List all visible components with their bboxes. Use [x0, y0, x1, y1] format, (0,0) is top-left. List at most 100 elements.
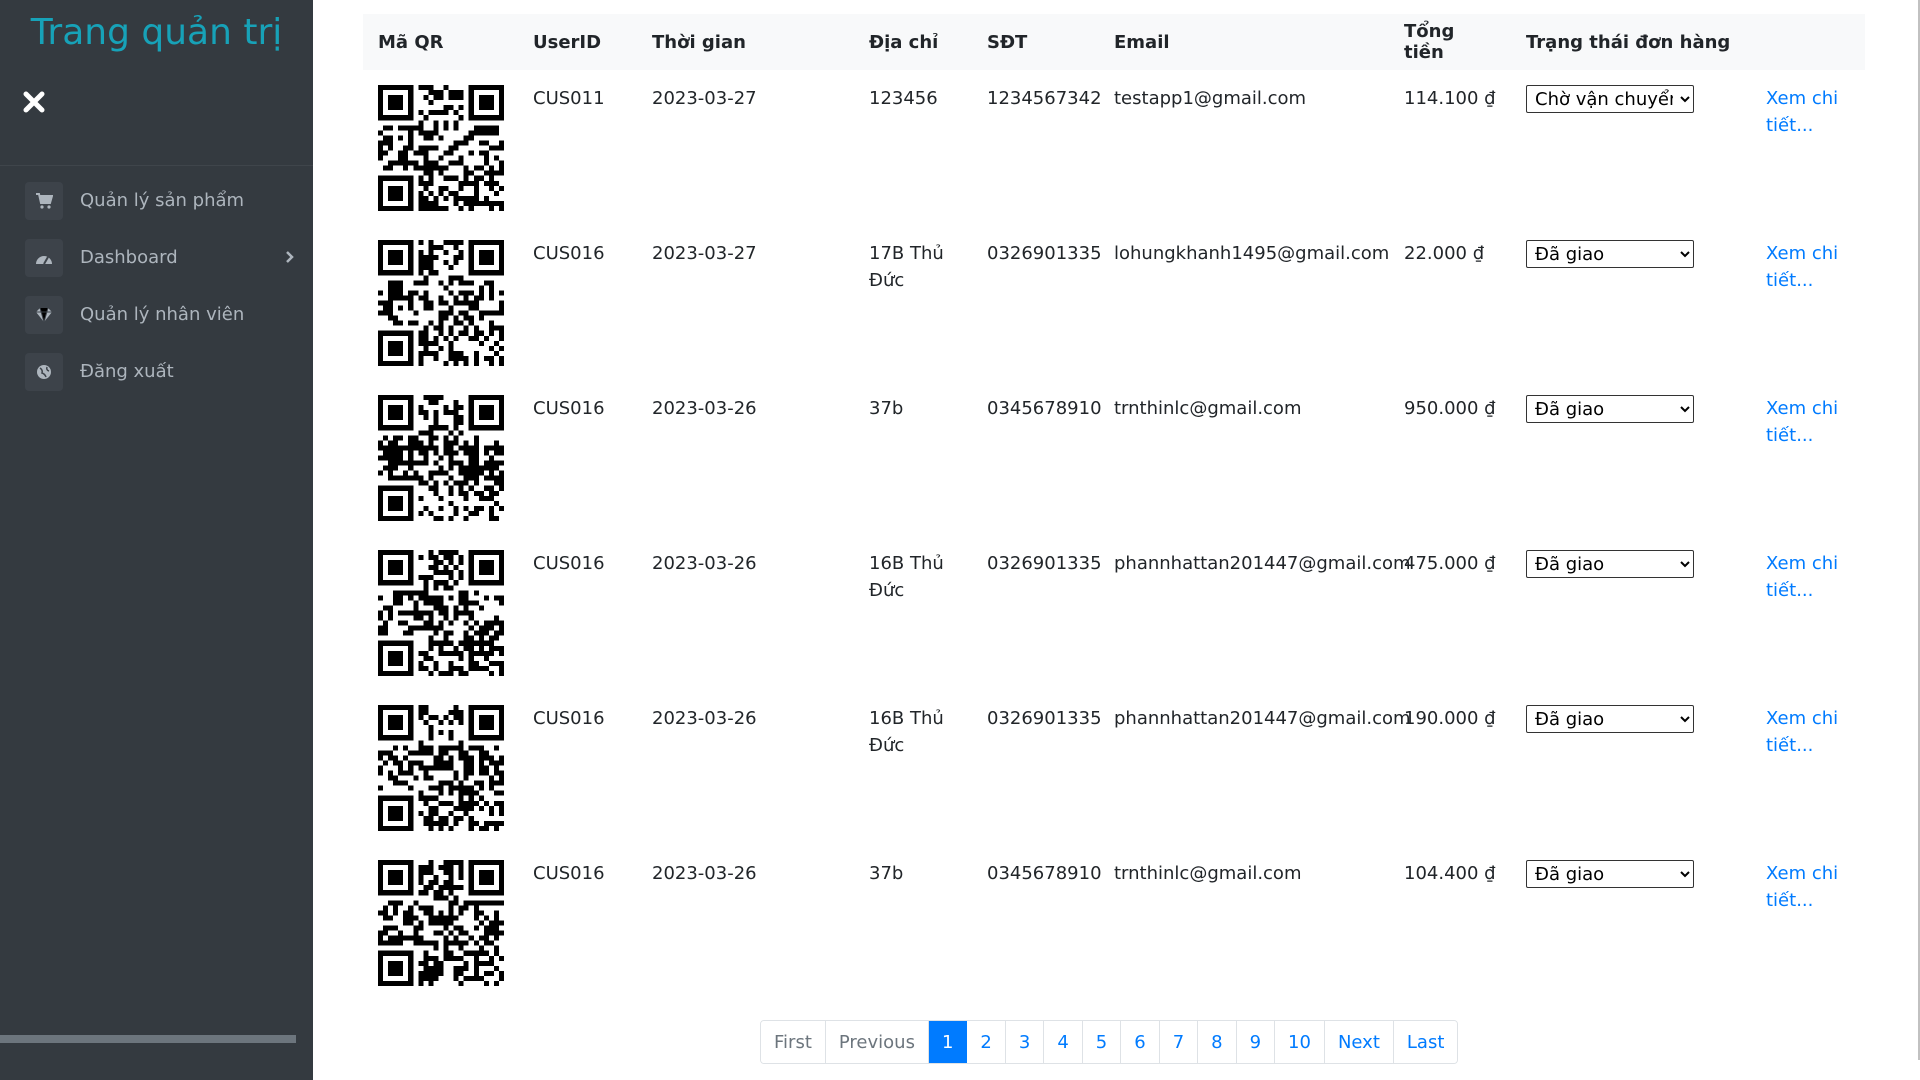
cell-email: testapp1@gmail.com	[1114, 88, 1307, 109]
status-select[interactable]: Chờ vận chuyểnĐã giao	[1526, 240, 1694, 268]
header-phone: SĐT	[987, 31, 1028, 53]
page-next[interactable]: Next	[1324, 1021, 1394, 1063]
status-select[interactable]: Chờ vận chuyểnĐã giao	[1526, 395, 1694, 423]
view-detail-link[interactable]: Xem chi tiết...	[1766, 85, 1846, 139]
page-6[interactable]: 6	[1121, 1021, 1160, 1063]
view-detail-link[interactable]: Xem chi tiết...	[1766, 395, 1846, 449]
cell-phone: 0326901335	[987, 243, 1102, 264]
cell-address: 37b	[869, 863, 904, 884]
sidebar-item-dashboard[interactable]: Dashboard	[0, 229, 313, 286]
diamond-icon	[25, 295, 63, 334]
sidebar-item-label: Dashboard	[80, 247, 178, 268]
cell-userid: CUS016	[533, 553, 605, 574]
page-first[interactable]: First	[761, 1021, 826, 1063]
cell-email: phannhattan201447@gmail.com	[1114, 553, 1411, 574]
header-userid: UserID	[533, 31, 602, 53]
table-row: CUS016 2023-03-26 37b 0345678910 trnthin…	[363, 845, 1865, 1000]
close-icon[interactable]	[22, 90, 46, 114]
sidebar-divider	[0, 165, 313, 166]
header-qr: Mã QR	[378, 31, 444, 53]
page-previous[interactable]: Previous	[825, 1021, 929, 1063]
brand-title: Trang quản trị	[30, 12, 283, 53]
pagination: First Previous 1 2 3 4 5 6 7 8 9 10 Next…	[760, 1020, 1459, 1064]
orders-panel: Mã QR UserID Thời gian Địa chỉ SĐT Email…	[363, 14, 1865, 1000]
sidebar-nav: Quản lý sản phẩm Dashboard Quản lý nhân …	[0, 172, 313, 400]
cell-time: 2023-03-27	[652, 88, 757, 109]
cart-icon	[25, 181, 63, 220]
status-select[interactable]: Chờ vận chuyểnĐã giao	[1526, 85, 1694, 113]
page-5[interactable]: 5	[1082, 1021, 1122, 1063]
status-select[interactable]: Chờ vận chuyểnĐã giao	[1526, 705, 1694, 733]
cell-email: trnthinlc@gmail.com	[1114, 863, 1302, 884]
page-7[interactable]: 7	[1159, 1021, 1199, 1063]
sidebar-item-employees[interactable]: Quản lý nhân viên	[0, 286, 313, 343]
cell-phone: 0345678910	[987, 863, 1102, 884]
view-detail-link[interactable]: Xem chi tiết...	[1766, 860, 1846, 914]
cell-time: 2023-03-26	[652, 398, 757, 419]
cell-phone: 0345678910	[987, 398, 1102, 419]
header-status: Trạng thái đơn hàng	[1526, 31, 1731, 53]
page-10[interactable]: 10	[1275, 1021, 1325, 1063]
status-select[interactable]: Chờ vận chuyểnĐã giao	[1526, 550, 1694, 578]
header-address: Địa chỉ	[869, 31, 939, 53]
table-row: CUS016 2023-03-26 16B Thủ Đức 0326901335…	[363, 690, 1865, 845]
cell-total: 950.000 ₫	[1404, 398, 1496, 419]
cell-address: 17B Thủ Đức	[869, 243, 944, 291]
sidebar-item-label: Quản lý nhân viên	[80, 304, 245, 325]
sidebar-item-label: Quản lý sản phẩm	[80, 190, 245, 211]
orders-table: Mã QR UserID Thời gian Địa chỉ SĐT Email…	[363, 14, 1865, 1000]
sidebar-item-logout[interactable]: Đăng xuất	[0, 343, 313, 400]
globe-icon	[25, 352, 63, 391]
cell-phone: 1234567342	[987, 88, 1102, 109]
page-4[interactable]: 4	[1044, 1021, 1083, 1063]
cell-time: 2023-03-26	[652, 708, 757, 729]
page-9[interactable]: 9	[1236, 1021, 1276, 1063]
cell-email: lohungkhanh1495@gmail.com	[1114, 243, 1390, 264]
table-row: CUS016 2023-03-26 16B Thủ Đức 0326901335…	[363, 535, 1865, 690]
sidebar-scrollbar[interactable]	[0, 1035, 296, 1043]
status-select[interactable]: Chờ vận chuyểnĐã giao	[1526, 860, 1694, 888]
cell-address: 16B Thủ Đức	[869, 553, 944, 601]
view-detail-link[interactable]: Xem chi tiết...	[1766, 705, 1846, 759]
cell-total: 22.000 ₫	[1404, 243, 1485, 264]
table-row: CUS016 2023-03-26 37b 0345678910 trnthin…	[363, 380, 1865, 535]
page-8[interactable]: 8	[1198, 1021, 1237, 1063]
chevron-right-icon	[285, 249, 295, 268]
sidebar-item-products[interactable]: Quản lý sản phẩm	[0, 172, 313, 229]
page-3[interactable]: 3	[1005, 1021, 1045, 1063]
qr-code-image	[378, 85, 504, 211]
cell-time: 2023-03-26	[652, 553, 757, 574]
qr-code-image	[378, 860, 504, 986]
cell-total: 114.100 ₫	[1404, 88, 1496, 109]
qr-code-image	[378, 395, 504, 521]
cell-userid: CUS011	[533, 88, 605, 109]
cell-total: 475.000 ₫	[1404, 553, 1496, 574]
table-row: CUS011 2023-03-27 123456 1234567342 test…	[363, 70, 1865, 225]
cell-total: 190.000 ₫	[1404, 708, 1496, 729]
cell-userid: CUS016	[533, 863, 605, 884]
view-detail-link[interactable]: Xem chi tiết...	[1766, 550, 1846, 604]
page-1[interactable]: 1	[928, 1021, 968, 1063]
table-row: CUS016 2023-03-27 17B Thủ Đức 0326901335…	[363, 225, 1865, 380]
cell-userid: CUS016	[533, 398, 605, 419]
table-header-row: Mã QR UserID Thời gian Địa chỉ SĐT Email…	[363, 14, 1865, 70]
cell-total: 104.400 ₫	[1404, 863, 1496, 884]
cell-time: 2023-03-26	[652, 863, 757, 884]
sidebar-item-label: Đăng xuất	[80, 361, 174, 382]
header-email: Email	[1114, 31, 1170, 53]
dashboard-icon	[25, 238, 63, 277]
cell-time: 2023-03-27	[652, 243, 757, 264]
cell-address: 16B Thủ Đức	[869, 708, 944, 756]
cell-phone: 0326901335	[987, 708, 1102, 729]
page-last[interactable]: Last	[1393, 1021, 1458, 1063]
page-2[interactable]: 2	[967, 1021, 1006, 1063]
header-time: Thời gian	[652, 31, 746, 53]
cell-userid: CUS016	[533, 708, 605, 729]
cell-userid: CUS016	[533, 243, 605, 264]
qr-code-image	[378, 550, 504, 676]
cell-address: 123456	[869, 88, 938, 109]
cell-phone: 0326901335	[987, 553, 1102, 574]
view-detail-link[interactable]: Xem chi tiết...	[1766, 240, 1846, 294]
cell-email: trnthinlc@gmail.com	[1114, 398, 1302, 419]
cell-email: phannhattan201447@gmail.com	[1114, 708, 1411, 729]
